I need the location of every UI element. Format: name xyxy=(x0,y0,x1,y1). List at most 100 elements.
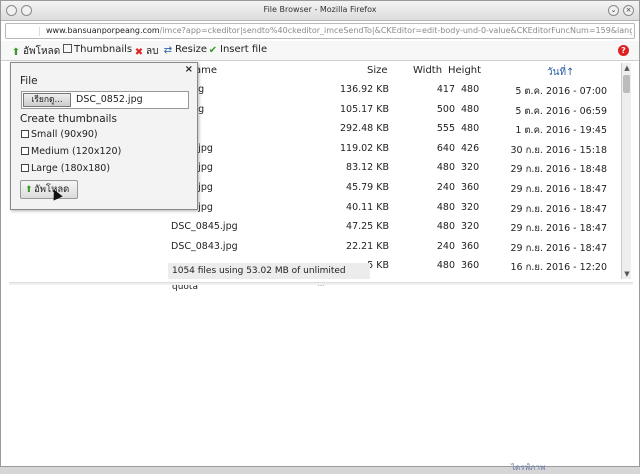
file-input[interactable]: เรียกดู... DSC_0852.jpg xyxy=(21,91,189,109)
file-size: 45.79 KB xyxy=(346,182,389,193)
file-list-header: ame Size Width Height วันที่↑ xyxy=(167,65,621,79)
file-date: 29 ก.ย. 2016 - 18:47 xyxy=(510,242,607,254)
table-row[interactable]: 01.png105.17 KB5004805 ต.ค. 2016 - 06:59 xyxy=(167,101,621,120)
checkbox-icon[interactable] xyxy=(21,147,29,155)
file-height: 480 xyxy=(461,123,480,135)
column-name[interactable]: ame xyxy=(195,65,217,76)
insert-file-tool[interactable]: ✔ Insert file xyxy=(208,44,267,58)
table-row[interactable]: 0673.jpg119.02 KB64042630 ก.ย. 2016 - 15… xyxy=(167,140,621,159)
site-info-icon[interactable] xyxy=(10,27,40,36)
file-height: 360 xyxy=(461,182,480,193)
help-icon[interactable]: ? xyxy=(618,45,629,56)
table-row[interactable]: 0802.jpg83.12 KB48032029 ก.ย. 2016 - 18:… xyxy=(167,159,621,178)
file-width: 555 xyxy=(436,123,455,135)
file-width: 480 xyxy=(436,221,455,233)
delete-icon: ✖ xyxy=(134,47,144,58)
file-size: 105.17 KB xyxy=(339,103,389,115)
thumbnails-tool[interactable]: Thumbnails xyxy=(63,44,132,58)
file-size: 136.92 KB xyxy=(339,84,389,95)
resize-tool[interactable]: ⇄ Resize xyxy=(163,44,207,58)
delete-tool-label: ลบ xyxy=(146,46,159,57)
column-height[interactable]: Height xyxy=(448,65,481,76)
delete-tool[interactable]: ✖ ลบ xyxy=(134,44,159,58)
file-size: 119.02 KB xyxy=(339,142,389,154)
thumb-medium-checkbox[interactable]: Medium (120x120) xyxy=(21,146,121,157)
file-height: 480 xyxy=(461,103,480,115)
file-height: 360 xyxy=(461,260,480,272)
checkbox-icon[interactable] xyxy=(21,164,29,172)
browse-button[interactable]: เรียกดู... xyxy=(23,93,71,107)
scroll-thumb[interactable] xyxy=(623,75,630,93)
file-width: 500 xyxy=(436,103,455,115)
file-name: DSC_0843.jpg xyxy=(171,240,238,252)
file-label: File xyxy=(20,75,38,87)
browser-window: File Browser - Mozilla Firefox ⌄ × www.b… xyxy=(0,0,640,472)
selected-file-name: DSC_0852.jpg xyxy=(76,94,143,105)
table-row[interactable]: DSC_0845.jpg 47.25 KB 480 320 29 ก.ย. 2016 -… xyxy=(167,218,621,237)
thumbnails-tool-label: Thumbnails xyxy=(74,44,133,55)
column-size[interactable]: Size xyxy=(367,65,388,76)
file-date: 16 ก.ย. 2016 - 12:20 xyxy=(510,262,607,274)
table-row[interactable]: DSC_0843.jpg 22.21 KB 240 360 29 ก.ย. 2016 -… xyxy=(167,238,621,257)
close-panel-icon[interactable]: × xyxy=(185,64,193,75)
title-bar: File Browser - Mozilla Firefox ⌄ × xyxy=(1,1,639,21)
resize-icon: ⇄ xyxy=(163,45,173,56)
resize-tool-label: Resize xyxy=(175,44,208,55)
column-width[interactable]: Width xyxy=(413,65,442,76)
thumb-large-checkbox[interactable]: Large (180x180) xyxy=(21,163,110,174)
file-date: 1 ต.ค. 2016 - 19:45 xyxy=(515,125,607,137)
table-row[interactable]: e.png292.48 KB5554801 ต.ค. 2016 - 19:45 xyxy=(167,120,621,139)
file-height: 480 xyxy=(461,84,480,95)
thumb-small-checkbox[interactable]: Small (90x90) xyxy=(21,129,98,140)
file-width: 240 xyxy=(436,182,455,193)
window-title: File Browser - Mozilla Firefox xyxy=(263,5,377,14)
upload-tool[interactable]: ⬆ อัพโหลด xyxy=(11,44,60,58)
footer-text: ไดรฟ์ภาพ xyxy=(511,463,546,472)
upload-icon: ⬆ xyxy=(11,47,21,58)
file-height: 320 xyxy=(461,221,480,233)
file-date: 29 ก.ย. 2016 - 18:47 xyxy=(510,223,607,235)
file-size: 292.48 KB xyxy=(339,123,389,135)
imce-toolbar: ⬆ อัพโหลด Thumbnails ✖ ลบ ⇄ Resize ✔ Insert … xyxy=(1,41,639,61)
file-width: 640 xyxy=(436,142,455,154)
thumbnails-label: Create thumbnails xyxy=(20,113,117,125)
file-list-scrollbar[interactable]: ▲ ▼ xyxy=(621,63,631,279)
table-row[interactable]: 0801.jpg45.79 KB24036029 ก.ย. 2016 - 18:… xyxy=(167,179,621,198)
column-date[interactable]: วันที่↑ xyxy=(547,65,574,80)
checkmark-icon: ✔ xyxy=(208,45,218,56)
pane-splitter[interactable]: ... xyxy=(9,281,633,288)
file-date: 30 ก.ย. 2016 - 15:18 xyxy=(510,144,607,156)
file-date: 29 ก.ย. 2016 - 18:48 xyxy=(510,164,607,176)
checkbox-icon[interactable] xyxy=(21,130,29,138)
thumb-large-label: Large (180x180) xyxy=(31,163,111,174)
file-date: 5 ต.ค. 2016 - 06:59 xyxy=(515,105,607,117)
table-row[interactable]: 0847.jpg40.11 KB48032029 ก.ย. 2016 - 18:… xyxy=(167,199,621,218)
file-height: 320 xyxy=(461,162,480,174)
table-row[interactable]: 02.png136.92 KB4174805 ต.ค. 2016 - 07:00 xyxy=(167,81,621,100)
file-size: 83.12 KB xyxy=(346,162,389,174)
thumb-medium-label: Medium (120x120) xyxy=(31,146,122,157)
upload-button[interactable]: ⬆อัพโหลด xyxy=(20,180,78,199)
url-domain: www.bansuanporpeang.com xyxy=(46,26,160,35)
upload-panel: × File เรียกดู... DSC_0852.jpg Create th… xyxy=(10,62,198,210)
file-date: 5 ต.ค. 2016 - 07:00 xyxy=(515,86,607,97)
thumb-small-label: Small (90x90) xyxy=(31,129,98,140)
close-window-icon[interactable]: × xyxy=(623,5,634,16)
file-width: 480 xyxy=(436,260,455,272)
file-width: 417 xyxy=(436,84,455,95)
address-bar[interactable]: www.bansuanporpeang.com/imce?app=ckedito… xyxy=(5,23,635,39)
file-size: 22.21 KB xyxy=(346,240,389,252)
scroll-up-icon[interactable]: ▲ xyxy=(622,63,632,73)
file-width: 480 xyxy=(436,201,455,213)
url-path: /imce?app=ckeditor|sendto%40ckeditor_imc… xyxy=(159,26,632,35)
quota-status: 1054 files using 53.02 MB of unlimited q… xyxy=(168,263,370,292)
scroll-down-icon[interactable]: ▼ xyxy=(622,269,632,279)
file-date: 29 ก.ย. 2016 - 18:47 xyxy=(510,184,607,195)
file-size: 40.11 KB xyxy=(346,201,389,213)
file-size: 5 KB xyxy=(367,260,389,272)
minimize-icon[interactable]: ⌄ xyxy=(608,5,619,16)
file-height: 320 xyxy=(461,201,480,213)
file-size: 47.25 KB xyxy=(346,221,389,233)
thumbnails-icon xyxy=(63,44,72,53)
upload-icon: ⬆ xyxy=(25,185,33,195)
